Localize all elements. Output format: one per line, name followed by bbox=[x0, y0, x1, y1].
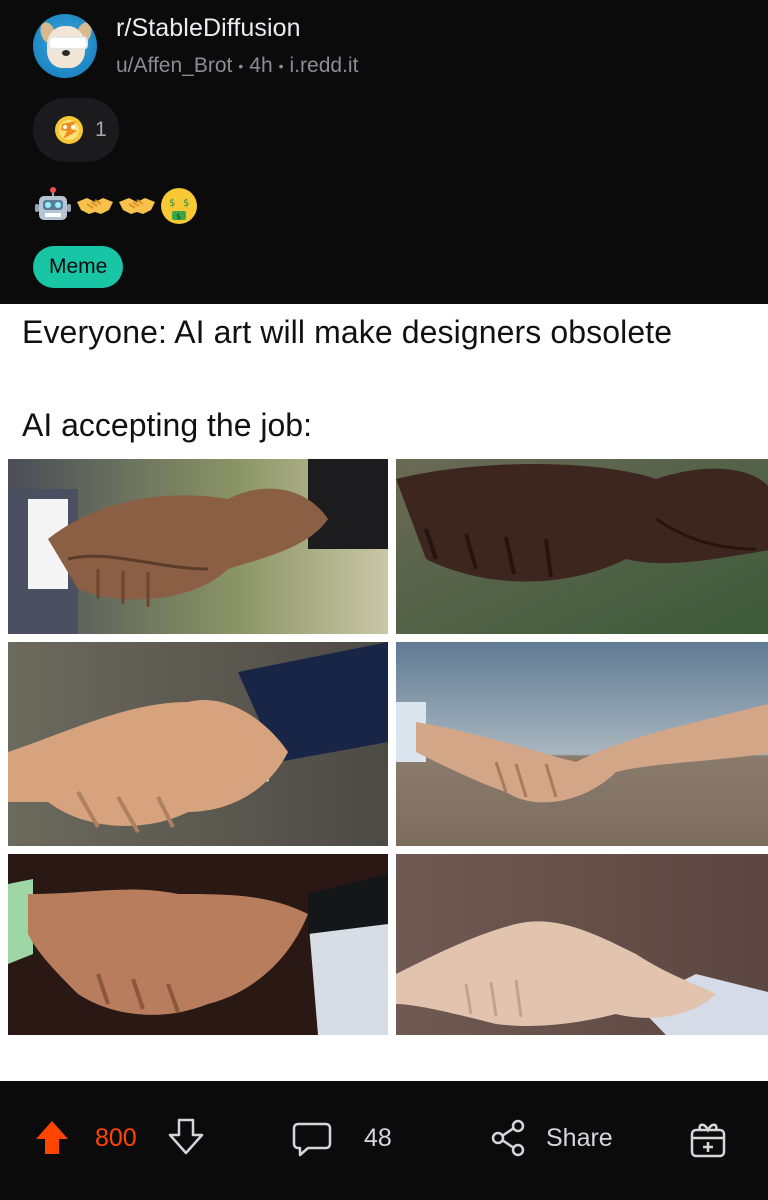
handshake-photo-6 bbox=[396, 854, 768, 1035]
subreddit-avatar[interactable] bbox=[33, 14, 97, 78]
author-name[interactable]: u/Affen_Brot bbox=[116, 54, 232, 78]
robot-emoji-icon bbox=[35, 187, 71, 220]
subreddit-name[interactable]: r/StableDiffusion bbox=[116, 14, 301, 43]
svg-text:$: $ bbox=[183, 198, 189, 209]
handshake-emoji-icon bbox=[77, 198, 113, 214]
award-icon bbox=[55, 116, 83, 144]
money-mouth-emoji-icon: $ $ $ bbox=[161, 188, 197, 224]
handshake-photo-4 bbox=[396, 642, 768, 846]
upvote-arrow-icon[interactable] bbox=[32, 1117, 72, 1157]
give-award-icon[interactable] bbox=[688, 1118, 728, 1158]
post-header: r/StableDiffusion u/Affen_Brot • 4h • i.… bbox=[0, 0, 768, 100]
comment-bubble-icon[interactable] bbox=[292, 1118, 332, 1158]
handshake-image-grid bbox=[8, 459, 768, 1080]
svg-text:$: $ bbox=[169, 198, 175, 209]
award-pill[interactable]: 1 bbox=[33, 98, 119, 162]
svg-text:$: $ bbox=[176, 212, 181, 221]
comment-count[interactable]: 48 bbox=[364, 1124, 392, 1153]
handshake-emoji-icon bbox=[119, 198, 155, 214]
handshake-photo-2 bbox=[396, 459, 768, 634]
separator-dot: • bbox=[238, 58, 244, 74]
post-title[interactable]: $ $ $ bbox=[33, 186, 199, 226]
post-action-bar: 800 48 Share bbox=[0, 1100, 768, 1180]
post-age: 4h bbox=[249, 54, 273, 77]
post-domain[interactable]: i.redd.it bbox=[290, 54, 359, 78]
post-flair[interactable]: Meme bbox=[33, 246, 124, 288]
downvote-arrow-icon[interactable] bbox=[166, 1117, 206, 1157]
handshake-photo-5 bbox=[8, 854, 388, 1035]
handshake-photo-1 bbox=[8, 459, 388, 634]
separator-dot: • bbox=[278, 58, 284, 74]
meme-caption-2: AI accepting the job: bbox=[22, 407, 312, 443]
award-count: 1 bbox=[95, 118, 107, 141]
post-image[interactable]: Everyone: AI art will make designers obs… bbox=[0, 304, 768, 1081]
share-button[interactable]: Share bbox=[546, 1124, 613, 1153]
post-meta: u/Affen_Brot • 4h • i.redd.it bbox=[116, 54, 358, 78]
meme-caption-1: Everyone: AI art will make designers obs… bbox=[22, 314, 673, 350]
share-icon[interactable] bbox=[488, 1118, 528, 1158]
vote-score: 800 bbox=[95, 1124, 137, 1152]
handshake-photo-3 bbox=[8, 642, 388, 846]
